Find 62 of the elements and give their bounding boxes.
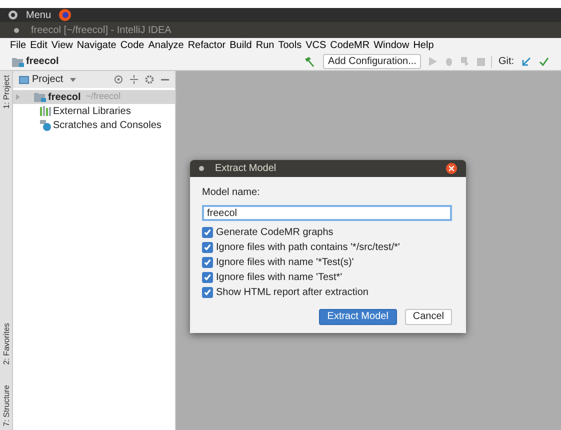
git-label: Git:	[498, 55, 514, 69]
option-label: Ignore files with name 'Test*'	[216, 270, 342, 284]
tree-row[interactable]: Scratches and Consoles	[13, 118, 175, 132]
tree-label: Scratches and Consoles	[53, 118, 162, 132]
menu-item[interactable]: Refactor	[188, 38, 226, 53]
close-icon	[449, 166, 454, 171]
option-label: Ignore files with name '*Test(s)'	[216, 256, 354, 270]
tool-window-tab[interactable]: 1: Project	[0, 75, 12, 109]
checkbox[interactable]	[202, 242, 213, 252]
menu-item[interactable]: Edit	[30, 38, 48, 53]
window-title: freecol [~/freecol] - IntelliJ IDEA	[31, 24, 172, 38]
tree-row[interactable]: freecol ~/freecol	[13, 90, 175, 104]
checkbox[interactable]	[202, 226, 213, 238]
locate-icon[interactable]	[114, 75, 123, 84]
project-breadcrumb[interactable]: freecol	[26, 54, 59, 69]
extract-model-button[interactable]: Extract Model	[318, 309, 397, 325]
menu-item[interactable]: Tools	[278, 38, 302, 53]
folder-icon	[12, 56, 24, 66]
add-configuration-button[interactable]: Add Configuration...	[323, 54, 422, 69]
menu-item[interactable]: Run	[256, 38, 274, 53]
field-label: Model name:	[202, 186, 261, 200]
tree-label: External Libraries	[53, 104, 131, 118]
close-button[interactable]	[446, 163, 457, 174]
cancel-button[interactable]: Cancel	[404, 309, 452, 325]
menu-item[interactable]: VCS	[306, 38, 326, 53]
settings-icon[interactable]	[145, 75, 154, 84]
menu-logo-icon[interactable]	[8, 10, 18, 20]
menu-item[interactable]: Analyze	[148, 38, 184, 53]
menu-item[interactable]: File	[10, 38, 26, 53]
browser-icon[interactable]	[59, 9, 72, 21]
commit-check-icon[interactable]	[539, 57, 549, 66]
collapse-icon[interactable]	[130, 75, 138, 84]
tool-window-tab[interactable]: 7: Structure	[0, 384, 12, 426]
menu-item[interactable]: Window	[374, 38, 410, 53]
panel-title[interactable]: Project	[32, 72, 64, 87]
menu-item[interactable]: Help	[413, 38, 434, 53]
dropdown-caret-icon[interactable]	[70, 78, 76, 82]
option-label: Ignore files with path contains '*/src/test/*'	[216, 240, 400, 254]
tree-label: freecol	[48, 90, 81, 104]
tree-path-hint: ~/freecol	[86, 90, 121, 104]
menu-item[interactable]: CodeMR	[330, 38, 370, 53]
model-name-field[interactable]: freecol	[202, 205, 452, 221]
dialog-title: Extract Model	[215, 162, 276, 176]
menu-label[interactable]: Menu	[26, 8, 52, 22]
minimize-icon[interactable]	[161, 78, 169, 80]
menu-item[interactable]: Navigate	[76, 38, 116, 53]
menu-item[interactable]: View	[51, 38, 73, 53]
update-arrow-icon[interactable]	[522, 57, 531, 66]
library-icon	[40, 106, 51, 116]
checkbox[interactable]	[202, 256, 213, 268]
checkbox[interactable]	[202, 272, 213, 282]
menu-item[interactable]: Code	[120, 38, 144, 53]
scratch-icon	[40, 120, 51, 130]
checkbox[interactable]	[202, 286, 213, 298]
folder-icon	[34, 92, 46, 102]
tree-row[interactable]: External Libraries	[13, 104, 175, 118]
menu-item[interactable]: Build	[230, 38, 252, 53]
hammer-icon[interactable]	[304, 56, 316, 67]
option-label: Generate CodeMR graphs	[216, 226, 334, 240]
tool-window-tab[interactable]: 2: Favorites	[0, 322, 12, 365]
option-label: Show HTML report after extraction	[216, 286, 368, 300]
panel-icon	[19, 76, 29, 84]
